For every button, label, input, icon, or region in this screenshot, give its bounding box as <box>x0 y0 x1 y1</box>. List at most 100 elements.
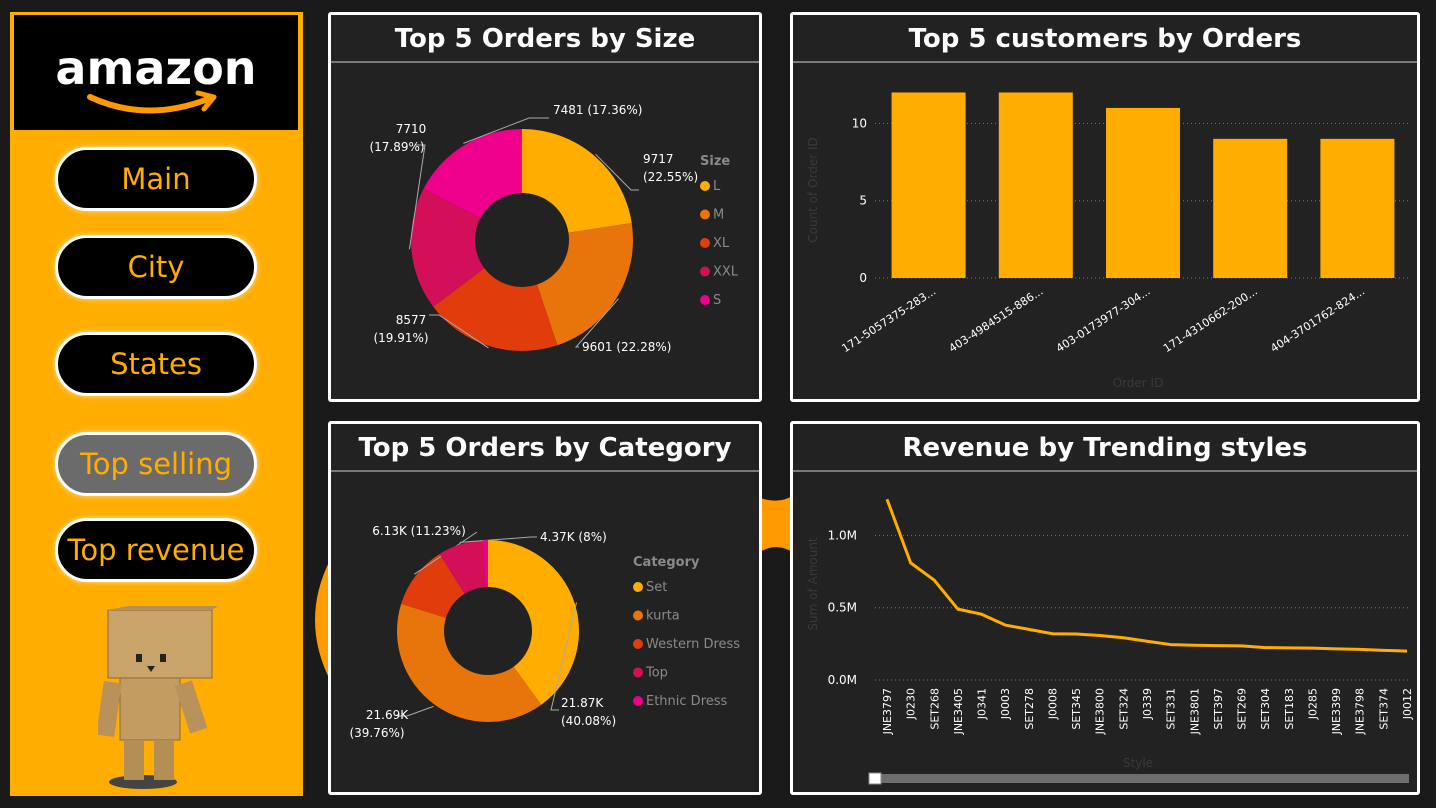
x-tick-label: 171-5057375-283... <box>839 285 938 355</box>
legend-marker <box>700 181 710 191</box>
y-axis-title: Sum of Amount <box>806 537 820 631</box>
legend-item: Western Dress <box>646 637 740 652</box>
legend-marker <box>633 610 643 621</box>
x-tick-label: J0008 <box>1046 688 1059 720</box>
x-tick-label: SET304 <box>1259 688 1272 730</box>
x-tick-label: 171-4310662-200... <box>1161 285 1260 355</box>
data-label-pct: (17.89%) <box>369 140 424 154</box>
nav-states-button[interactable]: States <box>55 332 257 396</box>
scrollbar-thumb[interactable] <box>868 772 882 785</box>
data-label: 9601 (22.28%) <box>582 340 671 354</box>
legend-marker <box>633 582 643 592</box>
x-tick-label: J0285 <box>1306 688 1319 720</box>
legend-item: Ethnic Dress <box>646 694 728 709</box>
donut-slice-l <box>522 129 632 233</box>
x-tick-label: SET331 <box>1165 688 1178 730</box>
legend-item: kurta <box>646 609 680 624</box>
x-tick-label: J0003 <box>999 688 1012 720</box>
customers-bar-chart: 0 5 10 Count of Order ID Order ID 171-5057375… <box>806 92 1411 390</box>
data-label: 7710 <box>396 122 427 136</box>
data-label-pct: (22.55%) <box>643 170 698 184</box>
smile-arrow-icon <box>87 90 217 114</box>
y-tick-label: 5 <box>859 194 867 208</box>
legend-marker <box>700 266 710 277</box>
series-line <box>885 498 1408 653</box>
y-tick-label: 10 <box>852 116 867 130</box>
bar <box>1213 138 1288 278</box>
x-tick-label: SET269 <box>1236 688 1249 730</box>
legend-title: Size <box>700 154 730 169</box>
bar <box>891 92 966 278</box>
x-tick-label: SET268 <box>928 688 941 730</box>
x-tick-label: JNE3800 <box>1094 688 1107 735</box>
legend-title: Category <box>633 555 700 570</box>
x-tick-label: J0230 <box>905 688 918 720</box>
legend-marker <box>700 295 710 305</box>
legend-marker <box>633 639 643 649</box>
data-label: 9717 <box>643 152 674 166</box>
nav-main-button[interactable]: Main <box>55 147 257 211</box>
x-tick-label: SET183 <box>1283 688 1296 730</box>
category-chart-panel: Top 5 Orders by Category 21.87K (40.08%) 2… <box>328 421 762 795</box>
brand-name: amazon <box>55 41 257 95</box>
x-tick-label: SET397 <box>1212 688 1225 730</box>
legend-marker <box>700 238 710 248</box>
x-tick-label: JNE3798 <box>1354 688 1367 735</box>
legend-item: S <box>713 293 721 308</box>
y-axis-title: Count of Order ID <box>806 137 820 243</box>
x-tick-label: SET374 <box>1377 688 1390 730</box>
y-tick-label: 0.5M <box>828 601 857 615</box>
amazon-logo: amazon <box>12 13 300 132</box>
bar <box>1320 138 1395 278</box>
x-tick-label: SET278 <box>1023 688 1036 730</box>
cardboard-robot-mascot <box>98 606 218 789</box>
y-tick-label: 1.0M <box>828 528 857 542</box>
legend-item: XXL <box>713 265 739 280</box>
donut-slice-m <box>536 222 633 346</box>
data-label: 6.13K (11.23%) <box>372 524 466 538</box>
x-axis-title: Order ID <box>1113 376 1164 390</box>
y-tick-label: 0.0M <box>828 673 857 687</box>
revenue-chart-panel: Revenue by Trending styles 0.0M 0.5M 1.0M S… <box>790 421 1420 795</box>
data-label: 21.87K <box>561 696 604 710</box>
legend-item: L <box>713 179 721 194</box>
x-tick-label: J0339 <box>1141 688 1154 720</box>
x-tick-label: J0341 <box>976 688 989 720</box>
x-tick-label: 404-3701762-824... <box>1268 285 1367 355</box>
x-tick-label: SET345 <box>1070 688 1083 730</box>
size-chart-panel: Top 5 Orders by Size 9717 (22.55%) 9601 (2… <box>328 12 762 402</box>
data-label: 8577 <box>396 313 427 327</box>
data-label-pct: (39.76%) <box>349 726 404 740</box>
legend-marker <box>700 209 710 220</box>
nav-top-selling-button[interactable]: Top selling <box>55 432 257 496</box>
legend-marker <box>633 696 643 706</box>
x-tick-label: J0012 <box>1401 688 1414 720</box>
x-axis-title: Style <box>1123 756 1153 770</box>
data-label: 7481 (17.36%) <box>553 103 642 117</box>
decorative-blob <box>315 560 330 680</box>
x-tick-label: JNE3797 <box>881 688 894 735</box>
x-tick-label: JNE3405 <box>952 688 965 735</box>
legend-item: XL <box>713 236 730 251</box>
data-label: 4.37K (8%) <box>540 530 607 544</box>
horizontal-scrollbar[interactable] <box>869 774 1409 783</box>
category-donut-chart: 21.87K (40.08%) 21.69K (39.76%) 6.13K (11.23… <box>349 524 740 740</box>
bar <box>998 92 1073 278</box>
size-donut-chart: 9717 (22.55%) 9601 (22.28%) 8577 (19.91%) 771… <box>369 103 739 354</box>
nav-city-button[interactable]: City <box>55 235 257 299</box>
legend-item: M <box>713 208 724 223</box>
legend-item: Top <box>645 666 668 681</box>
x-tick-label: 403-4984515-886... <box>947 285 1046 355</box>
customers-chart-panel: Top 5 customers by Orders 0 5 10 Count of O… <box>790 12 1420 402</box>
y-tick-label: 0 <box>859 271 867 285</box>
x-tick-label: 403-0173977-304... <box>1054 285 1153 355</box>
data-label: 21.69K <box>366 708 409 722</box>
x-tick-label: JNE3801 <box>1188 688 1201 735</box>
legend-marker <box>633 667 643 678</box>
x-tick-label: SET324 <box>1117 688 1130 730</box>
nav-top-revenue-button[interactable]: Top revenue <box>55 518 257 582</box>
bar <box>1106 107 1180 278</box>
data-label-pct: (19.91%) <box>373 331 428 345</box>
revenue-line-chart: 0.0M 0.5M 1.0M Sum of Amount Style JNE3797 J02… <box>806 498 1414 785</box>
data-label-pct: (40.08%) <box>561 714 616 728</box>
